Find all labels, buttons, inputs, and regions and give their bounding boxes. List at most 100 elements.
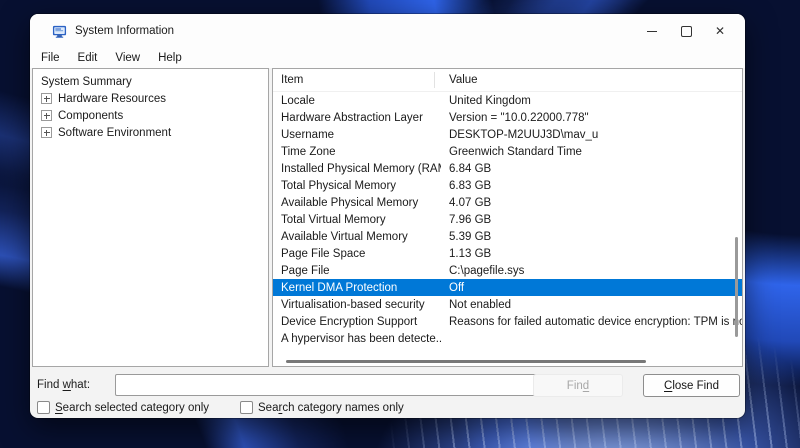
value-cell: 6.83 GB: [441, 180, 742, 192]
checkbox-icon[interactable]: [37, 401, 50, 414]
table-row[interactable]: LocaleUnited Kingdom: [273, 92, 742, 109]
details-table-panel: Item Value LocaleUnited KingdomHardware …: [272, 68, 743, 367]
search-selected-category-only[interactable]: Search selected category only: [37, 401, 209, 414]
label-part: hat:: [71, 379, 90, 391]
value-cell: Greenwich Standard Time: [441, 146, 742, 158]
tree-item-label: Software Environment: [58, 127, 171, 139]
table-row[interactable]: Available Virtual Memory5.39 GB: [273, 228, 742, 245]
table-body: LocaleUnited KingdomHardware Abstraction…: [273, 92, 742, 347]
table-row[interactable]: Total Physical Memory6.83 GB: [273, 177, 742, 194]
table-row[interactable]: Device Encryption SupportReasons for fai…: [273, 313, 742, 330]
column-header-value[interactable]: Value: [441, 74, 742, 86]
vertical-scrollbar[interactable]: [735, 237, 738, 337]
value-cell: United Kingdom: [441, 95, 742, 107]
menu-item-file[interactable]: File: [32, 50, 69, 66]
value-cell: Reasons for failed automatic device encr…: [441, 316, 742, 328]
close-icon: ✕: [715, 25, 725, 37]
item-cell: Username: [273, 129, 441, 141]
label-part: S: [55, 402, 63, 414]
tree-item-label: Components: [58, 110, 123, 122]
caption-controls: ✕: [635, 14, 737, 48]
tree-item-components[interactable]: Components: [33, 107, 268, 124]
find-what-label: Find what:: [37, 379, 90, 391]
window-title: System Information: [75, 25, 174, 37]
item-cell: Time Zone: [273, 146, 441, 158]
find-bar: Find what: Find Close Find: [30, 367, 745, 401]
label-part: Sea: [258, 402, 278, 414]
value-cell: DESKTOP-M2UUJ3D\mav_u: [441, 129, 742, 141]
table-row[interactable]: Hardware Abstraction LayerVersion = "10.…: [273, 109, 742, 126]
system-information-window: System Information ✕ FileEditViewHelp Sy…: [30, 14, 745, 418]
table-row[interactable]: Total Virtual Memory7.96 GB: [273, 211, 742, 228]
tree-item-software-environment[interactable]: Software Environment: [33, 124, 268, 141]
item-cell: Total Physical Memory: [273, 180, 441, 192]
table-row[interactable]: Time ZoneGreenwich Standard Time: [273, 143, 742, 160]
checkbox-label: Search selected category only: [55, 402, 209, 414]
checkbox-icon[interactable]: [240, 401, 253, 414]
item-cell: Device Encryption Support: [273, 316, 441, 328]
search-options-row: Search selected category only Search cate…: [30, 401, 745, 418]
label-part: w: [63, 379, 71, 391]
value-cell: 7.96 GB: [441, 214, 742, 226]
table-row[interactable]: Installed Physical Memory (RAM)6.84 GB: [273, 160, 742, 177]
value-cell: Version = "10.0.22000.778": [441, 112, 742, 124]
value-cell: 5.39 GB: [441, 231, 742, 243]
minimize-button[interactable]: [635, 14, 669, 48]
category-tree-panel: System Summary Hardware Resources Compone…: [32, 68, 269, 367]
value-cell: Not enabled: [441, 299, 742, 311]
search-category-names-only[interactable]: Search category names only: [240, 401, 404, 414]
label-part: ch category names only: [282, 402, 403, 414]
table-row[interactable]: UsernameDESKTOP-M2UUJ3D\mav_u: [273, 126, 742, 143]
item-cell: Available Virtual Memory: [273, 231, 441, 243]
minimize-icon: [647, 31, 657, 32]
item-cell: Installed Physical Memory (RAM): [273, 163, 441, 175]
tree-item-system-summary[interactable]: System Summary: [33, 73, 268, 90]
horizontal-scrollbar[interactable]: [286, 360, 646, 363]
value-cell: Off: [441, 282, 742, 294]
maximize-button[interactable]: [669, 14, 703, 48]
item-cell: Total Virtual Memory: [273, 214, 441, 226]
value-cell: 1.13 GB: [441, 248, 742, 260]
tree-item-label: Hardware Resources: [58, 93, 166, 105]
table-row[interactable]: Page File Space1.13 GB: [273, 245, 742, 262]
table-row[interactable]: A hypervisor has been detecte...: [273, 330, 742, 347]
menu-item-help[interactable]: Help: [149, 50, 191, 66]
close-find-button[interactable]: Close Find: [643, 374, 740, 397]
item-cell: Virtualisation-based security: [273, 299, 441, 311]
label-part: Fin: [567, 380, 583, 392]
expand-plus-icon[interactable]: [41, 127, 52, 138]
maximize-icon: [681, 26, 692, 37]
expand-plus-icon[interactable]: [41, 93, 52, 104]
menu-item-view[interactable]: View: [106, 50, 149, 66]
table-row[interactable]: Available Physical Memory4.07 GB: [273, 194, 742, 211]
table-row[interactable]: Virtualisation-based securityNot enabled: [273, 296, 742, 313]
label-part: Find: [37, 379, 63, 391]
label-part: lose Find: [672, 380, 719, 392]
item-cell: Available Physical Memory: [273, 197, 441, 209]
app-icon: [52, 24, 67, 39]
menu-bar: FileEditViewHelp: [30, 48, 745, 68]
close-button[interactable]: ✕: [703, 14, 737, 48]
value-cell: 4.07 GB: [441, 197, 742, 209]
item-cell: Kernel DMA Protection: [273, 282, 441, 294]
tree-item-hardware-resources[interactable]: Hardware Resources: [33, 90, 268, 107]
item-cell: Hardware Abstraction Layer: [273, 112, 441, 124]
menu-item-edit[interactable]: Edit: [69, 50, 107, 66]
table-row[interactable]: Page FileC:\pagefile.sys: [273, 262, 742, 279]
desktop-wallpaper: System Information ✕ FileEditViewHelp Sy…: [0, 0, 800, 448]
title-bar[interactable]: System Information ✕: [30, 14, 745, 48]
table-header[interactable]: Item Value: [273, 69, 742, 92]
column-header-item[interactable]: Item: [273, 74, 441, 86]
table-row[interactable]: Kernel DMA ProtectionOff: [273, 279, 742, 296]
column-divider[interactable]: [434, 72, 435, 88]
checkbox-label: Search category names only: [258, 402, 404, 414]
item-cell: Page File: [273, 265, 441, 277]
value-cell: 6.84 GB: [441, 163, 742, 175]
find-button[interactable]: Find: [533, 374, 623, 397]
item-cell: Locale: [273, 95, 441, 107]
item-cell: Page File Space: [273, 248, 441, 260]
tree-item-label: System Summary: [41, 76, 132, 88]
category-tree: System Summary Hardware Resources Compone…: [33, 69, 268, 141]
find-what-input[interactable]: [115, 374, 538, 396]
expand-plus-icon[interactable]: [41, 110, 52, 121]
